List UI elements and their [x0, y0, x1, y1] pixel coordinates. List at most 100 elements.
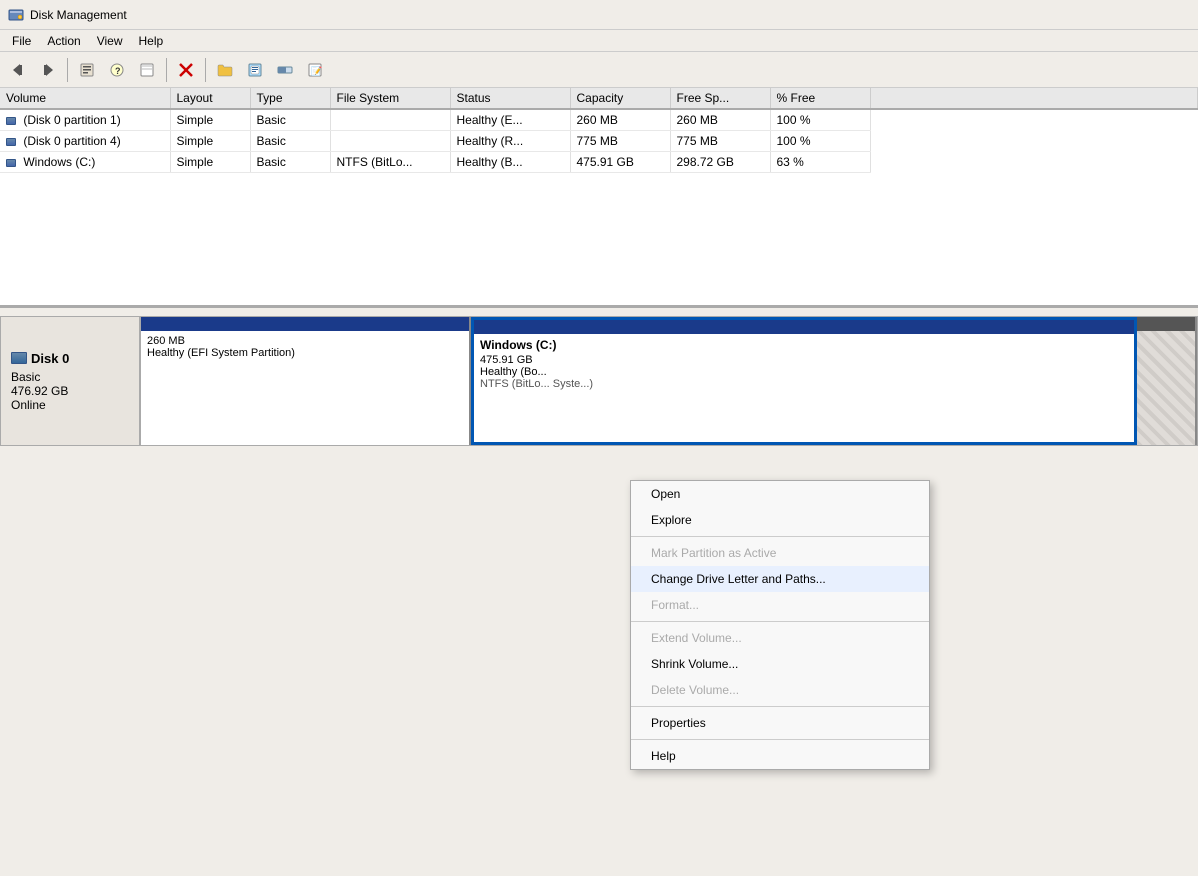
context-shrink-volume[interactable]: Shrink Volume... [631, 651, 929, 677]
disk-row-0: Disk 0 Basic 476.92 GB Online 260 MB Hea… [0, 316, 1198, 446]
cell-capacity-0: 260 MB [570, 109, 670, 131]
cell-freespace-1: 775 MB [670, 131, 770, 152]
help-button[interactable]: ? [103, 56, 131, 84]
col-percentfree[interactable]: % Free [770, 88, 870, 109]
context-menu: Open Explore Mark Partition as Active Ch… [630, 480, 930, 770]
properties-button[interactable] [73, 56, 101, 84]
partition-size-windows: 475.91 GB [480, 354, 1128, 366]
context-change-drive[interactable]: Change Drive Letter and Paths... [631, 566, 929, 592]
context-sep-1 [631, 536, 929, 537]
delete-button[interactable] [172, 56, 200, 84]
context-help[interactable]: Help [631, 743, 929, 769]
disk-partitions: 260 MB Healthy (EFI System Partition) Wi… [140, 316, 1198, 446]
cell-capacity-2: 475.91 GB [570, 152, 670, 173]
partition-name-windows: Windows (C:) [480, 338, 1128, 352]
title-bar: Disk Management [0, 0, 1198, 30]
partition-body-windows: Windows (C:) 475.91 GB Healthy (Bo... NT… [474, 334, 1134, 442]
partition-label-efi: Healthy (EFI System Partition) [147, 347, 463, 359]
cell-status-1: Healthy (R... [450, 131, 570, 152]
disk-label-0: Disk 0 Basic 476.92 GB Online [0, 316, 140, 446]
context-format[interactable]: Format... [631, 592, 929, 618]
partition-label-windows: Healthy (Bo... [480, 366, 1128, 378]
context-delete-volume[interactable]: Delete Volume... [631, 677, 929, 703]
cell-volume-1: (Disk 0 partition 4) [0, 131, 170, 152]
cell-percent-2: 63 % [770, 152, 870, 173]
forward-button[interactable] [34, 56, 62, 84]
context-properties[interactable]: Properties [631, 710, 929, 736]
menu-help[interactable]: Help [131, 32, 172, 50]
partition-efi[interactable]: 260 MB Healthy (EFI System Partition) [141, 317, 471, 445]
context-extend-volume[interactable]: Extend Volume... [631, 625, 929, 651]
col-extra [870, 88, 1198, 109]
cell-layout-2: Simple [170, 152, 250, 173]
partition-subtitle-windows: NTFS (BitLo... Syste...) [480, 378, 1128, 390]
disk-icon [11, 352, 27, 364]
context-mark-active[interactable]: Mark Partition as Active [631, 540, 929, 566]
app-title: Disk Management [30, 8, 127, 22]
table-row[interactable]: Windows (C:) Simple Basic NTFS (BitLo...… [0, 152, 1198, 173]
toolbar-sep-2 [166, 58, 167, 82]
drive-icon-2 [6, 159, 16, 167]
cell-freespace-2: 298.72 GB [670, 152, 770, 173]
cell-type-0: Basic [250, 109, 330, 131]
toolbar-sep-1 [67, 58, 68, 82]
volume-table: Volume Layout Type File System Status Ca… [0, 88, 1198, 173]
cell-fs-1 [330, 131, 450, 152]
context-explore[interactable]: Explore [631, 507, 929, 533]
partition-body-efi: 260 MB Healthy (EFI System Partition) [141, 331, 469, 445]
back-button[interactable] [4, 56, 32, 84]
cell-status-0: Healthy (E... [450, 109, 570, 131]
col-status[interactable]: Status [450, 88, 570, 109]
cell-percent-1: 100 % [770, 131, 870, 152]
disk-name: Disk 0 [11, 351, 129, 366]
cell-volume-2: Windows (C:) [0, 152, 170, 173]
create-folder-button[interactable] [211, 56, 239, 84]
col-freespace[interactable]: Free Sp... [670, 88, 770, 109]
rescan-button[interactable] [133, 56, 161, 84]
cell-fs-0 [330, 109, 450, 131]
partition-recovery[interactable] [1137, 317, 1197, 445]
col-volume[interactable]: Volume [0, 88, 170, 109]
cell-percent-0: 100 % [770, 109, 870, 131]
cell-capacity-1: 775 MB [570, 131, 670, 152]
wizard-button[interactable]: 📝 [301, 56, 329, 84]
format-button[interactable] [241, 56, 269, 84]
table-row[interactable]: (Disk 0 partition 4) Simple Basic Health… [0, 131, 1198, 152]
disk-size: 476.92 GB [11, 384, 129, 398]
context-open[interactable]: Open [631, 481, 929, 507]
partition-size-efi: 260 MB [147, 335, 463, 347]
extend-button[interactable] [271, 56, 299, 84]
col-type[interactable]: Type [250, 88, 330, 109]
partition-header-efi [141, 317, 469, 331]
cell-volume-0: (Disk 0 partition 1) [0, 109, 170, 131]
svg-text:📝: 📝 [311, 65, 322, 76]
cell-type-2: Basic [250, 152, 330, 173]
col-capacity[interactable]: Capacity [570, 88, 670, 109]
menu-action[interactable]: Action [39, 32, 88, 50]
cell-status-2: Healthy (B... [450, 152, 570, 173]
disk-area: Disk 0 Basic 476.92 GB Online 260 MB Hea… [0, 308, 1198, 876]
drive-icon-0 [6, 117, 16, 125]
partition-windows[interactable]: Windows (C:) 475.91 GB Healthy (Bo... NT… [471, 317, 1137, 445]
menu-bar: File Action View Help [0, 30, 1198, 52]
main-window: Volume Layout Type File System Status Ca… [0, 88, 1198, 876]
svg-text:?: ? [115, 66, 121, 76]
drive-icon-1 [6, 138, 16, 146]
col-layout[interactable]: Layout [170, 88, 250, 109]
context-sep-4 [631, 739, 929, 740]
cell-freespace-0: 260 MB [670, 109, 770, 131]
disk-status: Online [11, 398, 129, 412]
app-icon [8, 7, 24, 23]
partition-body-recovery [1137, 331, 1195, 445]
menu-view[interactable]: View [89, 32, 131, 50]
col-filesystem[interactable]: File System [330, 88, 450, 109]
partition-header-recovery [1137, 317, 1195, 331]
menu-file[interactable]: File [4, 32, 39, 50]
disk-type: Basic [11, 370, 129, 384]
table-row[interactable]: (Disk 0 partition 1) Simple Basic Health… [0, 109, 1198, 131]
cell-layout-1: Simple [170, 131, 250, 152]
toolbar-sep-3 [205, 58, 206, 82]
cell-type-1: Basic [250, 131, 330, 152]
toolbar: ? [0, 52, 1198, 88]
context-sep-3 [631, 706, 929, 707]
